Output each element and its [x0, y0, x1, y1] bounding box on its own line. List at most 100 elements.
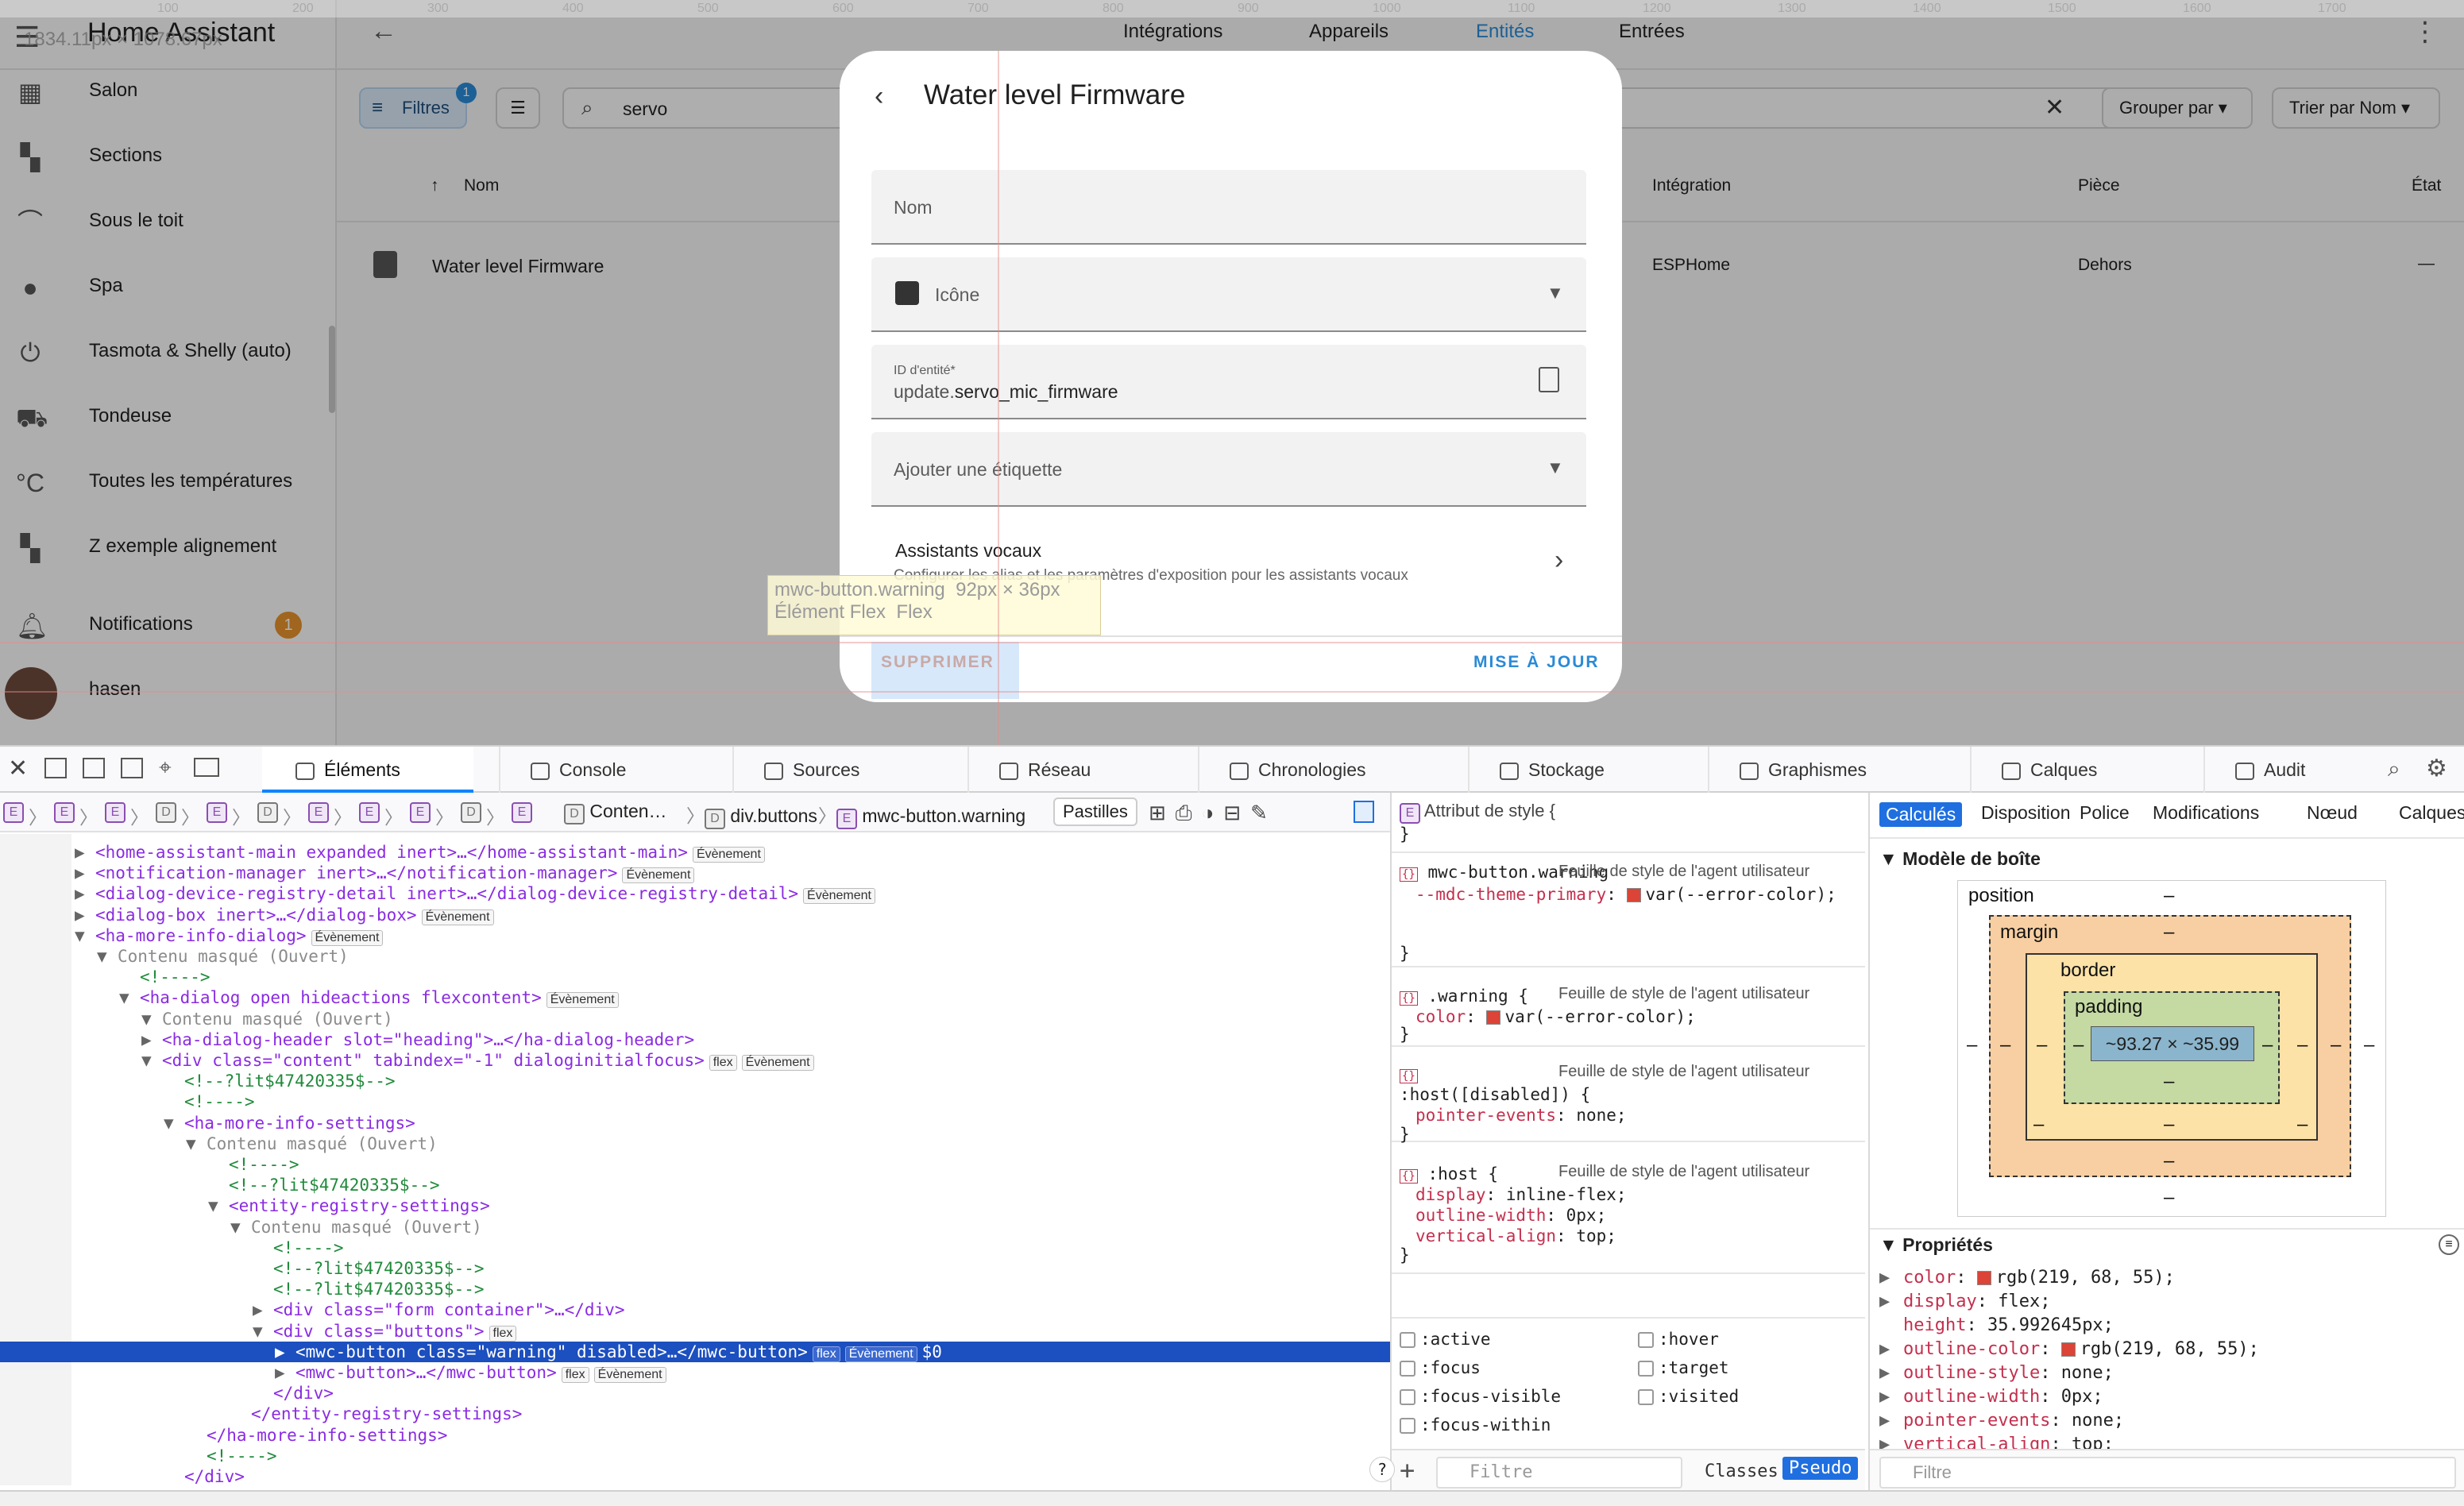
dom-node[interactable]: ▼ <div class="buttons"> flex: [0, 1321, 1390, 1342]
node-badge[interactable]: Évènement: [311, 929, 384, 946]
disclosure-open-icon[interactable]: ▼: [97, 946, 118, 967]
dom-node[interactable]: ▼ <ha-dialog open hideactions flexcontent…: [0, 987, 1390, 1009]
pseudo-visited[interactable]: :visited: [1638, 1387, 1739, 1406]
element-badge-icon[interactable]: E: [308, 802, 329, 823]
node-badge-icon[interactable]: D: [461, 802, 481, 823]
dom-node[interactable]: ▼ Contenu masqué (Ouvert): [0, 1133, 1390, 1154]
devtools-tab[interactable]: Stockage: [1500, 759, 1605, 781]
dom-node[interactable]: <!---->: [0, 1091, 1390, 1112]
computed-property[interactable]: height: 35.992645px;: [1903, 1315, 2114, 1335]
devtools-tab[interactable]: Audit: [2235, 759, 2305, 781]
dom-node[interactable]: ▼ Contenu masqué (Ouvert): [0, 1009, 1390, 1029]
gear-icon[interactable]: ⚙: [2426, 755, 2447, 782]
rule-4[interactable]: {} :host { Feuille de style de l'agent u…: [1392, 1155, 1865, 1274]
devtools-tab[interactable]: Sources: [764, 759, 859, 781]
box-content[interactable]: ~93.27 × ~35.99: [2091, 1026, 2254, 1061]
disclosure-open-icon[interactable]: ▼: [164, 1113, 184, 1133]
disclosure-open-icon[interactable]: ▼: [208, 1195, 229, 1216]
checkbox[interactable]: [1400, 1418, 1415, 1434]
dom-node[interactable]: ▶ <mwc-button>…</mwc-button> flex Évènement: [0, 1362, 1390, 1383]
element-badge-icon[interactable]: E: [207, 802, 227, 823]
dom-node[interactable]: ▼ Contenu masqué (Ouvert): [0, 946, 1390, 967]
dom-node[interactable]: ▼ <entity-registry-settings>: [0, 1195, 1390, 1216]
icon-field[interactable]: Icône ▼: [871, 257, 1586, 332]
breadcrumb-item[interactable]: div.buttons: [730, 805, 817, 826]
color-swatch[interactable]: [1485, 1010, 1500, 1025]
dom-node[interactable]: ▶ <mwc-button class="warning" disabled>…<…: [0, 1341, 1390, 1362]
node-badge[interactable]: flex: [489, 1325, 517, 1342]
disclosure-closed-icon[interactable]: ▶: [1879, 1339, 1890, 1359]
undock-icon[interactable]: [121, 758, 143, 778]
disclosure-closed-icon[interactable]: ▶: [1879, 1292, 1890, 1311]
devtools-tab[interactable]: Console: [531, 759, 626, 781]
chevron-down-icon[interactable]: ▼: [1547, 283, 1564, 303]
dom-node[interactable]: <!---->: [0, 967, 1390, 987]
add-rule-icon[interactable]: +: [1400, 1455, 1415, 1485]
dom-node[interactable]: ▼ <ha-more-info-settings>: [0, 1113, 1390, 1133]
disclosure-closed-icon[interactable]: ▶: [253, 1299, 273, 1320]
layout-tab[interactable]: Calculés: [1879, 802, 1963, 827]
checkbox[interactable]: [1400, 1389, 1415, 1405]
dom-node[interactable]: <!--?lit$47420335$-->: [0, 1258, 1390, 1279]
checkbox[interactable]: [1638, 1361, 1654, 1377]
sidebar-toggle-icon[interactable]: [1354, 801, 1374, 823]
back-chevron-icon[interactable]: ‹: [875, 81, 883, 112]
computed-property[interactable]: ▶ outline-style: none;: [1879, 1363, 2114, 1383]
layout-tab[interactable]: Nœud: [2307, 802, 2358, 824]
element-badge-icon[interactable]: E: [410, 802, 431, 823]
disclosure-icon[interactable]: ▼: [1879, 1234, 1898, 1255]
node-badge[interactable]: Évènement: [692, 847, 765, 863]
dock-bottom-icon[interactable]: [44, 758, 67, 778]
rules-filter-input[interactable]: Filtre: [1436, 1457, 1682, 1489]
rule-3[interactable]: {} Feuille de style de l'agent utilisate…: [1392, 1055, 1865, 1144]
chevron-down-icon[interactable]: ▼: [1547, 458, 1564, 478]
node-badge-icon[interactable]: D: [257, 802, 278, 823]
pseudo-active[interactable]: :active: [1400, 1330, 1491, 1349]
dom-node[interactable]: ▶ <notification-manager inert>…</notifica…: [0, 863, 1390, 884]
rule-2[interactable]: {} .warning { Feuille de style de l'agen…: [1392, 975, 1865, 1047]
disclosure-open-icon[interactable]: ▼: [230, 1217, 251, 1238]
breadcrumb-item[interactable]: Conten…: [589, 801, 666, 821]
node-badge[interactable]: flex: [812, 1346, 840, 1362]
color-swatch[interactable]: [1626, 888, 1641, 902]
disclosure-closed-icon[interactable]: ▶: [1879, 1363, 1890, 1383]
layout-tab[interactable]: Police: [2080, 802, 2130, 824]
disclosure-open-icon[interactable]: ▼: [141, 1009, 162, 1029]
breadcrumb-item[interactable]: mwc-button.warning: [862, 805, 1025, 826]
list-icon[interactable]: ≡: [2439, 1234, 2459, 1255]
disclosure-open-icon[interactable]: ▼: [186, 1133, 207, 1154]
layout-tab[interactable]: Calques: [2399, 802, 2464, 824]
copy-icon[interactable]: [1539, 367, 1559, 392]
computed-property[interactable]: ▶ color: rgb(219, 68, 55);: [1879, 1268, 2175, 1288]
dom-node[interactable]: ▶ <dialog-device-registry-detail inert>…<…: [0, 883, 1390, 905]
computed-property[interactable]: ▶ outline-color: rgb(219, 68, 55);: [1879, 1339, 2259, 1359]
disclosure-open-icon[interactable]: ▼: [119, 987, 140, 1008]
disclosure-closed-icon[interactable]: ▶: [275, 1342, 295, 1362]
layout-tab[interactable]: Modifications: [2153, 802, 2259, 824]
crosshair-icon[interactable]: ⌖: [159, 755, 172, 781]
disclosure-closed-icon[interactable]: ▶: [75, 883, 95, 904]
dom-node[interactable]: </entity-registry-settings>: [0, 1404, 1390, 1424]
element-badge-icon[interactable]: E: [3, 802, 24, 823]
computed-property[interactable]: ▶ pointer-events: none;: [1879, 1411, 2124, 1431]
entity-id-field[interactable]: ID d'entité* update.servo_mic_firmware: [871, 345, 1586, 419]
node-badge[interactable]: Évènement: [421, 909, 494, 925]
disclosure-closed-icon[interactable]: ▶: [1879, 1268, 1890, 1288]
color-swatch[interactable]: [1976, 1271, 1991, 1285]
dom-node[interactable]: </ha-more-info-settings>: [0, 1425, 1390, 1446]
dom-node[interactable]: <!--?lit$47420335$-->: [0, 1175, 1390, 1195]
devtools-tab[interactable]: Chronologies: [1230, 759, 1366, 781]
dom-node[interactable]: <!---->: [0, 1446, 1390, 1466]
node-badge[interactable]: Évènement: [741, 1055, 814, 1071]
pseudo-focus-visible[interactable]: :focus-visible: [1400, 1387, 1561, 1406]
search-icon[interactable]: ⌕: [2388, 756, 2400, 782]
disclosure-closed-icon[interactable]: ▶: [1879, 1387, 1890, 1407]
name-field[interactable]: Nom: [871, 170, 1586, 245]
devtools-tab[interactable]: Réseau: [999, 759, 1091, 781]
checkbox[interactable]: [1400, 1361, 1415, 1377]
tag-field[interactable]: Ajouter une étiquette ▼: [871, 432, 1586, 507]
node-badge[interactable]: flex: [561, 1367, 589, 1383]
dom-node[interactable]: ▶ <home-assistant-main expanded inert>…</…: [0, 842, 1390, 863]
element-badge-icon[interactable]: E: [105, 802, 126, 823]
update-button[interactable]: MISE À JOUR: [1473, 653, 1600, 672]
